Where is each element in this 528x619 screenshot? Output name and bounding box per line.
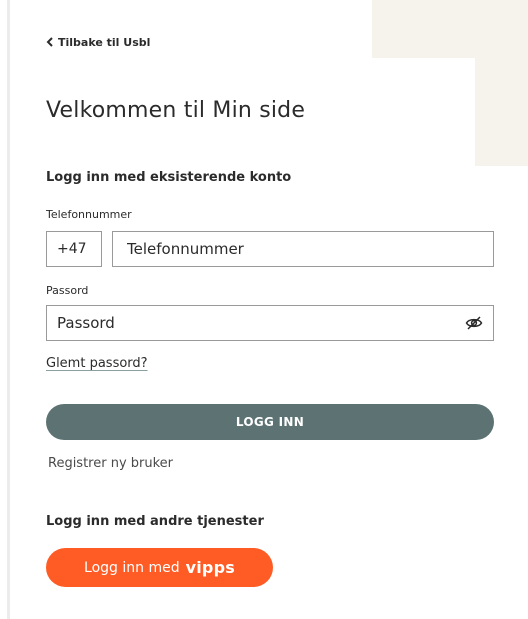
vipps-button-label: Logg inn med xyxy=(84,559,180,576)
login-button[interactable]: LOGG INN xyxy=(46,404,494,440)
existing-account-heading: Logg inn med eksisterende konto xyxy=(46,170,292,185)
back-link-label: Tilbake til Usbl xyxy=(58,36,151,49)
register-link[interactable]: Registrer ny bruker xyxy=(48,456,173,471)
eye-slash-icon[interactable] xyxy=(465,315,483,331)
login-page: Tilbake til Usbl Velkommen til Min side … xyxy=(0,0,528,619)
back-link[interactable]: Tilbake til Usbl xyxy=(46,36,150,49)
password-label: Passord xyxy=(46,284,89,297)
vipps-login-button[interactable]: Logg inn med vipps xyxy=(46,548,273,587)
country-code-field[interactable]: +47 xyxy=(46,231,102,267)
password-input[interactable] xyxy=(47,306,467,340)
decorative-beige-block xyxy=(372,0,528,58)
phone-label: Telefonnummer xyxy=(46,208,132,221)
password-field xyxy=(46,305,494,341)
vipps-logo: vipps xyxy=(185,558,235,577)
chevron-left-icon xyxy=(46,36,54,49)
left-divider xyxy=(7,0,10,619)
forgot-password-link[interactable]: Glemt passord? xyxy=(46,356,148,371)
page-title: Velkommen til Min side xyxy=(46,98,306,123)
decorative-beige-block-lower xyxy=(475,58,528,166)
other-services-heading: Logg inn med andre tjenester xyxy=(46,514,264,529)
phone-input[interactable] xyxy=(112,231,494,267)
